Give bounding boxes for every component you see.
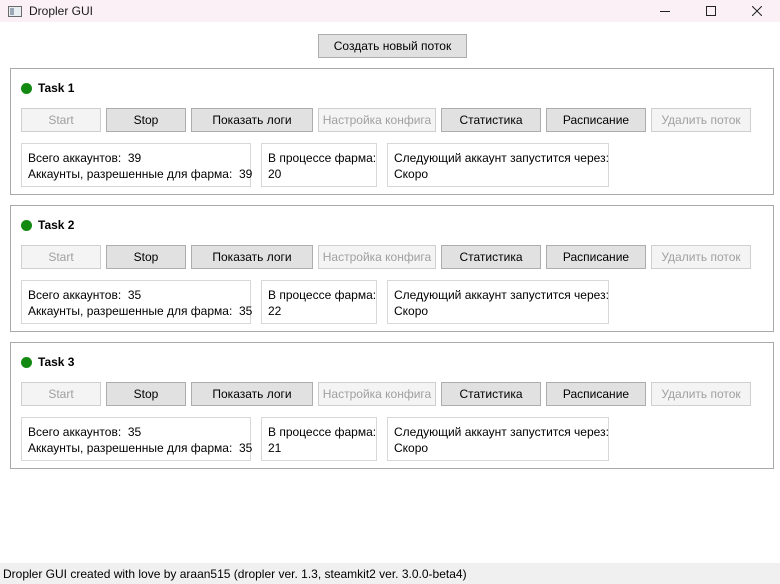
start-button[interactable]: Start [21, 245, 101, 269]
next-account-value: Скоро [394, 304, 429, 318]
next-account-info: Следующий аккаунт запустится через: Скор… [387, 280, 609, 324]
allowed-accounts-label: Аккаунты, разрешенные для фарма: [28, 167, 233, 181]
total-accounts-label: Всего аккаунтов: [28, 151, 122, 165]
title-bar: Dropler GUI [0, 0, 780, 22]
accounts-info: Всего аккаунтов: 35 Аккаунты, разрешенны… [21, 280, 252, 324]
total-accounts-row: Всего аккаунтов: 35 [28, 424, 244, 440]
minimize-icon [660, 11, 670, 12]
task-panel-1: Task 1 Start Stop Показать логи Настройк… [10, 68, 774, 195]
config-button[interactable]: Настройка конфига [318, 245, 436, 269]
total-accounts-value: 35 [127, 425, 142, 439]
accounts-info: Всего аккаунтов: 39 Аккаунты, разрешенны… [21, 143, 252, 187]
config-button[interactable]: Настройка конфига [318, 108, 436, 132]
stats-button[interactable]: Статистика [441, 245, 541, 269]
in-progress-value: 21 [268, 441, 282, 455]
schedule-button[interactable]: Расписание [546, 382, 646, 406]
status-bar: Dropler GUI created with love by araan51… [0, 563, 780, 584]
total-accounts-row: Всего аккаунтов: 39 [28, 150, 244, 166]
in-progress-info: В процессе фарма: 22 [261, 280, 377, 324]
allowed-accounts-value: 35 [238, 304, 253, 318]
window-controls [642, 0, 780, 22]
allowed-accounts-row: Аккаунты, разрешенные для фарма: 39 [28, 166, 252, 182]
window-title: Dropler GUI [29, 4, 94, 18]
total-accounts-value: 35 [127, 288, 142, 302]
close-icon [752, 6, 762, 16]
task-panel-3: Task 3 Start Stop Показать логи Настройк… [10, 342, 774, 469]
total-accounts-label: Всего аккаунтов: [28, 288, 122, 302]
stop-button[interactable]: Stop [106, 245, 186, 269]
in-progress-value: 20 [268, 167, 282, 181]
in-progress-label: В процессе фарма: [268, 288, 377, 302]
in-progress-info: В процессе фарма: 21 [261, 417, 377, 461]
minimize-button[interactable] [642, 0, 688, 22]
allowed-accounts-row: Аккаунты, разрешенные для фарма: 35 [28, 303, 252, 319]
total-accounts-row: Всего аккаунтов: 35 [28, 287, 244, 303]
delete-thread-button[interactable]: Удалить поток [651, 108, 751, 132]
create-thread-button[interactable]: Создать новый поток [318, 34, 467, 58]
next-account-info: Следующий аккаунт запустится через: Скор… [387, 143, 609, 187]
in-progress-info: В процессе фарма: 20 [261, 143, 377, 187]
in-progress-label: В процессе фарма: [268, 425, 377, 439]
schedule-button[interactable]: Расписание [546, 108, 646, 132]
stats-button[interactable]: Статистика [441, 382, 541, 406]
status-indicator-icon [21, 82, 32, 94]
task-name: Task 2 [38, 218, 75, 232]
task-header: Task 3 [21, 355, 74, 369]
app-icon [8, 5, 22, 17]
next-account-value: Скоро [394, 441, 429, 455]
maximize-icon [706, 6, 716, 16]
allowed-accounts-value: 35 [238, 441, 253, 455]
allowed-accounts-value: 39 [238, 167, 253, 181]
total-accounts-label: Всего аккаунтов: [28, 425, 122, 439]
next-account-label: Следующий аккаунт запустится через: [394, 151, 609, 165]
total-accounts-value: 39 [127, 151, 142, 165]
stats-button[interactable]: Статистика [441, 108, 541, 132]
task-panel-2: Task 2 Start Stop Показать логи Настройк… [10, 205, 774, 332]
delete-thread-button[interactable]: Удалить поток [651, 245, 751, 269]
status-indicator-icon [21, 356, 32, 368]
show-logs-button[interactable]: Показать логи [191, 382, 313, 406]
delete-thread-button[interactable]: Удалить поток [651, 382, 751, 406]
task-header: Task 1 [21, 81, 74, 95]
config-button[interactable]: Настройка конфига [318, 382, 436, 406]
start-button[interactable]: Start [21, 108, 101, 132]
next-account-info: Следующий аккаунт запустится через: Скор… [387, 417, 609, 461]
status-indicator-icon [21, 219, 32, 231]
maximize-button[interactable] [688, 0, 734, 22]
status-bar-text: Dropler GUI created with love by araan51… [3, 566, 467, 581]
next-account-label: Следующий аккаунт запустится через: [394, 425, 609, 439]
in-progress-value: 22 [268, 304, 282, 318]
task-header: Task 2 [21, 218, 74, 232]
accounts-info: Всего аккаунтов: 35 Аккаунты, разрешенны… [21, 417, 252, 461]
in-progress-label: В процессе фарма: [268, 151, 377, 165]
next-account-label: Следующий аккаунт запустится через: [394, 288, 609, 302]
close-button[interactable] [734, 0, 780, 22]
schedule-button[interactable]: Расписание [546, 245, 646, 269]
allowed-accounts-label: Аккаунты, разрешенные для фарма: [28, 441, 233, 455]
task-name: Task 1 [38, 81, 75, 95]
start-button[interactable]: Start [21, 382, 101, 406]
stop-button[interactable]: Stop [106, 382, 186, 406]
show-logs-button[interactable]: Показать логи [191, 245, 313, 269]
stop-button[interactable]: Stop [106, 108, 186, 132]
task-name: Task 3 [38, 355, 75, 369]
show-logs-button[interactable]: Показать логи [191, 108, 313, 132]
allowed-accounts-label: Аккаунты, разрешенные для фарма: [28, 304, 233, 318]
allowed-accounts-row: Аккаунты, разрешенные для фарма: 35 [28, 440, 252, 456]
next-account-value: Скоро [394, 167, 429, 181]
